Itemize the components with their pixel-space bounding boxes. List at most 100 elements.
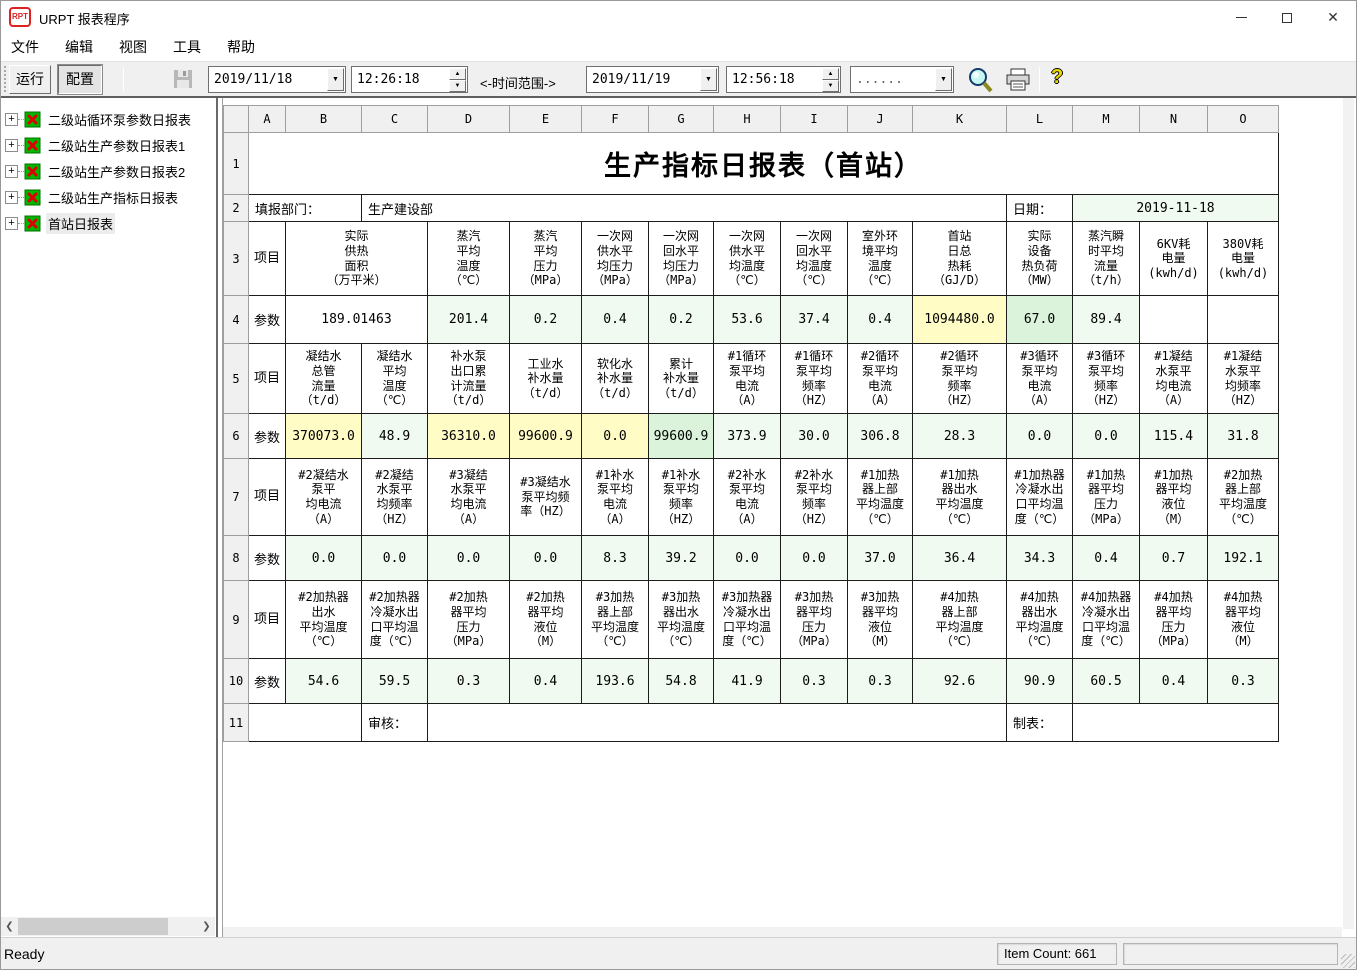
sheet-cell[interactable]: 凝结水 总管 流量 （t/d）	[286, 344, 362, 414]
sheet-cell[interactable]: 项目	[249, 222, 286, 296]
sheet-horizontal-scrollbar[interactable]	[223, 927, 1342, 937]
sheet-vertical-scrollbar[interactable]	[1343, 98, 1354, 929]
sheet-cell[interactable]: 115.4	[1140, 414, 1208, 459]
sheet-cell[interactable]: #3加热器 冷凝水出 口平均温 度（℃）	[714, 581, 781, 659]
sheet-cell[interactable]: #4加热器 冷凝水出 口平均温 度（℃）	[1073, 581, 1140, 659]
sheet-cell[interactable]: 31.8	[1208, 414, 1279, 459]
sheet-cell[interactable]: 室外环 境平均 温度 （℃）	[848, 222, 913, 296]
sheet-cell[interactable]: 日期：	[1007, 195, 1073, 222]
scroll-right-icon[interactable]: ❯	[198, 917, 215, 936]
sheet-cell[interactable]: 填报部门：	[249, 195, 362, 222]
minimize-button[interactable]	[1218, 1, 1264, 33]
sheet-cell[interactable]: 54.6	[286, 659, 362, 704]
col-header-D[interactable]: D	[428, 106, 510, 133]
sheet-cell[interactable]: #2加热 器平均 液位 （M）	[510, 581, 582, 659]
sheet-cell[interactable]: 0.0	[428, 536, 510, 581]
menu-edit[interactable]: 编辑	[65, 37, 93, 57]
sheet-cell[interactable]: 一次网 回水平 均温度 （℃）	[781, 222, 848, 296]
sheet-cell[interactable]: 99600.9	[510, 414, 582, 459]
col-header-J[interactable]: J	[848, 106, 913, 133]
help-icon[interactable]: ?	[1051, 66, 1063, 89]
sheet-cell[interactable]: 36310.0	[428, 414, 510, 459]
start-date-dropdown-icon[interactable]: ▼	[327, 68, 344, 91]
col-header-F[interactable]: F	[582, 106, 649, 133]
sheet-cell[interactable]: 201.4	[428, 296, 510, 344]
print-icon[interactable]	[1005, 68, 1031, 97]
sheet-cell[interactable]: 67.0	[1007, 296, 1073, 344]
resize-grip[interactable]	[1341, 954, 1355, 968]
sheet-cell[interactable]: 审核：	[362, 704, 428, 742]
sheet-cell[interactable]: 生产指标日报表（首站）	[249, 133, 1279, 195]
sheet-cell[interactable]: 0.4	[848, 296, 913, 344]
sheet-cell[interactable]: #4加热 器平均 压力 （MPa）	[1140, 581, 1208, 659]
end-date-dropdown-icon[interactable]: ▼	[700, 68, 717, 91]
sheet-cell[interactable]	[1140, 296, 1208, 344]
menu-tools[interactable]: 工具	[173, 37, 201, 57]
row-header-2[interactable]: 2	[224, 195, 249, 222]
sheet-cell[interactable]: 蒸汽瞬 时平均 流量 （t/h）	[1073, 222, 1140, 296]
sheet-cell[interactable]: #1循环 泵平均 频率 （HZ）	[781, 344, 848, 414]
row-header-3[interactable]: 3	[224, 222, 249, 296]
sheet-cell[interactable]: 34.3	[1007, 536, 1073, 581]
sheet-cell[interactable]: #2加热 器上部 平均温度 （℃）	[1208, 459, 1279, 536]
sheet-cell[interactable]: 2019-11-18	[1073, 195, 1279, 222]
row-header-5[interactable]: 5	[224, 344, 249, 414]
sheet-cell[interactable]: #1凝结 水泵平 均频率 （HZ）	[1208, 344, 1279, 414]
sheet-cell[interactable]: 59.5	[362, 659, 428, 704]
sheet-cell[interactable]: 8.3	[582, 536, 649, 581]
sheet-cell[interactable]: 累计 补水量 （t/d）	[649, 344, 714, 414]
row-header-6[interactable]: 6	[224, 414, 249, 459]
sheet-cell[interactable]: 28.3	[913, 414, 1007, 459]
toolbar-gripper[interactable]	[4, 66, 7, 92]
sheet-cell[interactable]: 0.0	[362, 536, 428, 581]
sheet-cell[interactable]: 92.6	[913, 659, 1007, 704]
sheet-cell[interactable]: 一次网 供水平 均温度 （℃）	[714, 222, 781, 296]
col-header-L[interactable]: L	[1007, 106, 1073, 133]
sheet-cell[interactable]: 凝结水 平均 温度 （℃）	[362, 344, 428, 414]
sheet-cell[interactable]: 6KV耗 电量 (kwh/d)	[1140, 222, 1208, 296]
sheet-cell[interactable]: 首站 日总 热耗 （GJ/D）	[913, 222, 1007, 296]
sheet-cell[interactable]: #2补水 泵平均 频率 （HZ）	[781, 459, 848, 536]
spin-up-icon[interactable]: ▲	[822, 68, 839, 80]
sheet-cell[interactable]: 0.3	[781, 659, 848, 704]
sheet-cell[interactable]: #3循环 泵平均 电流 （A）	[1007, 344, 1073, 414]
col-header-O[interactable]: O	[1208, 106, 1279, 133]
sheet-cell[interactable]: 0.7	[1140, 536, 1208, 581]
sheet-cell[interactable]: 0.4	[510, 659, 582, 704]
sheet-cell[interactable]: 一次网 回水平 均压力 （MPa）	[649, 222, 714, 296]
row-header-1[interactable]: 1	[224, 133, 249, 195]
run-button[interactable]: 运行	[9, 65, 51, 94]
sheet-cell[interactable]: 蒸汽 平均 压力 （MPa）	[510, 222, 582, 296]
row-header-8[interactable]: 8	[224, 536, 249, 581]
search-icon[interactable]	[965, 65, 995, 100]
menu-file[interactable]: 文件	[11, 37, 39, 57]
sheet-cell[interactable]: #1补水 泵平均 电流 （A）	[582, 459, 649, 536]
sheet-cell[interactable]: 37.4	[781, 296, 848, 344]
save-icon[interactable]	[171, 67, 195, 96]
sheet-cell[interactable]: 0.3	[848, 659, 913, 704]
sheet-cell[interactable]: #2循环 泵平均 频率 （HZ）	[913, 344, 1007, 414]
sheet-cell[interactable]: #4加热 器平均 液位 （M）	[1208, 581, 1279, 659]
sheet-cell[interactable]: #3凝结水 泵平均频 率（HZ）	[510, 459, 582, 536]
sheet-cell[interactable]: 一次网 供水平 均压力 （MPa）	[582, 222, 649, 296]
sheet-cell[interactable]: 193.6	[582, 659, 649, 704]
start-time-spinner[interactable]: 12:26:18 ▲▼	[351, 66, 468, 93]
sheet-cell[interactable]: 306.8	[848, 414, 913, 459]
sheet-cell[interactable]: 制表：	[1007, 704, 1073, 742]
sheet-cell[interactable]	[249, 704, 362, 742]
row-header-11[interactable]: 11	[224, 704, 249, 742]
tree-item-report-1[interactable]: + 二级站循环泵参数日报表	[1, 106, 216, 132]
sheet-cell[interactable]: #2循环 泵平均 电流 （A）	[848, 344, 913, 414]
expand-plus-icon[interactable]: +	[5, 165, 18, 178]
col-header-K[interactable]: K	[913, 106, 1007, 133]
sheet-cell[interactable]: 0.3	[428, 659, 510, 704]
sheet-cell[interactable]: #3凝结 水泵平 均电流 （A）	[428, 459, 510, 536]
sheet-cell[interactable]: #1循环 泵平均 电流 （A）	[714, 344, 781, 414]
sheet-cell[interactable]: 60.5	[1073, 659, 1140, 704]
sheet-cell[interactable]: 参数	[249, 414, 286, 459]
close-button[interactable]: ✕	[1310, 1, 1356, 33]
menu-view[interactable]: 视图	[119, 37, 147, 57]
sheet-cell[interactable]: #1补水 泵平均 频率 （HZ）	[649, 459, 714, 536]
sheet-cell[interactable]: 补水泵 出口累 计流量 （t/d）	[428, 344, 510, 414]
sheet-cell[interactable]: 37.0	[848, 536, 913, 581]
